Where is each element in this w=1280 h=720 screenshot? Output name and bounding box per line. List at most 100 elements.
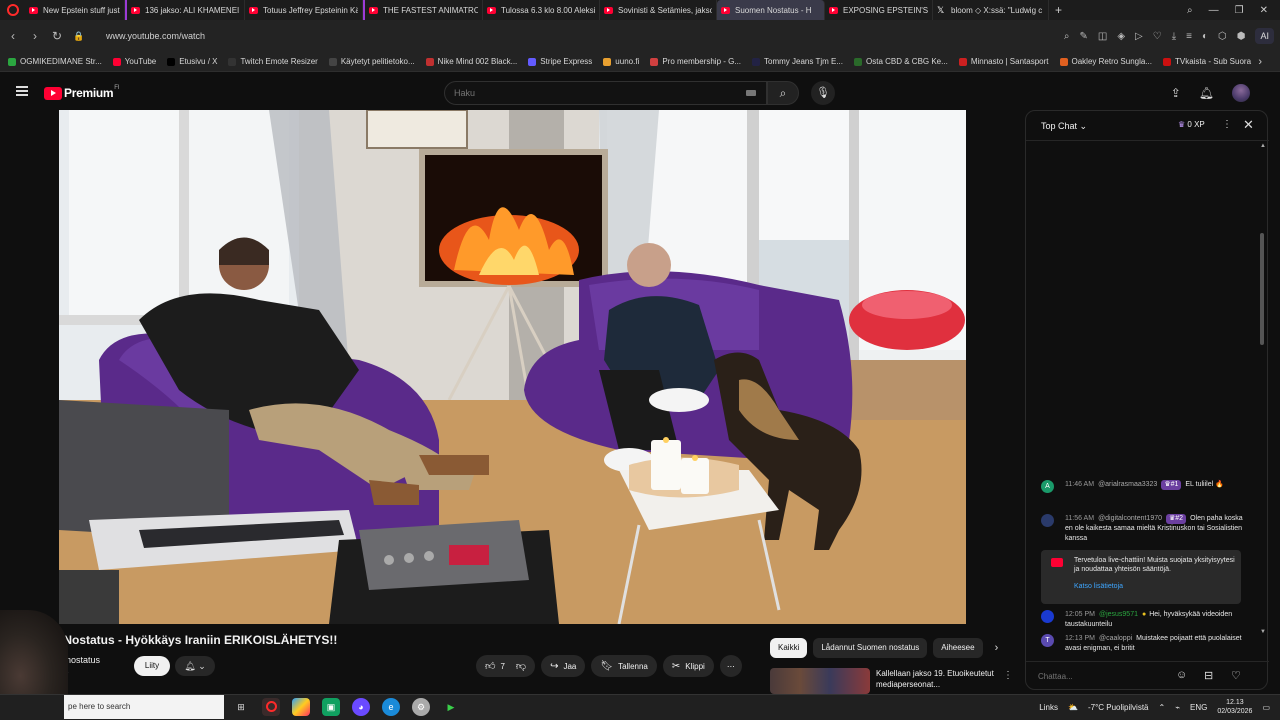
more-vertical-icon[interactable]: ⋮ — [1222, 119, 1232, 130]
lock-icon[interactable]: 🔒 — [68, 31, 90, 42]
bookmark-item[interactable]: Käytetyt pelitietoko... — [328, 57, 415, 66]
taskbar-search-input[interactable]: pe here to search — [64, 695, 224, 719]
share-button[interactable]: ↪ Jaa — [541, 655, 586, 677]
upload-icon[interactable]: ⇪ — [1171, 86, 1181, 100]
bookmark-item[interactable]: Tommy Jeans Tjm E... — [752, 57, 843, 66]
hamburger-menu-icon[interactable] — [16, 86, 28, 96]
search-input[interactable] — [445, 82, 725, 104]
url-field[interactable]: www.youtube.com/watch — [106, 31, 205, 41]
bookmark-item[interactable]: YouTube — [112, 57, 156, 66]
chat-scrollbar[interactable]: ▲ ▼ — [1260, 143, 1266, 651]
chat-author[interactable]: @arialrasmaa3323 — [1098, 481, 1157, 488]
emoji-icon[interactable]: ☺ — [1176, 669, 1187, 681]
download-icon[interactable]: ⤓ — [1172, 31, 1176, 42]
browser-tab[interactable]: Totuus Jeffrey Epsteinin Kä — [245, 0, 363, 20]
avatar[interactable] — [1232, 84, 1250, 102]
bookmark-item[interactable]: Osta CBD & CBG Ke... — [854, 57, 948, 66]
chip-all[interactable]: Kaikki — [770, 638, 808, 658]
browser-tab[interactable]: Sovinisti & Setämies, jakso — [600, 0, 717, 20]
menu-icon[interactable]: ≡ — [1186, 31, 1192, 42]
heart-icon[interactable]: ♡ — [1153, 31, 1162, 42]
search-tabs-icon[interactable]: ⌕ — [1187, 5, 1193, 16]
discord-app-icon[interactable]: ◕ — [352, 698, 370, 716]
recommended-video-title[interactable]: Kallellaan jakso 19. Etuoikeutetut media… — [876, 668, 1001, 690]
scroll-thumb[interactable] — [1260, 233, 1264, 345]
top-chat-dropdown[interactable]: Top Chat ⌄ — [1041, 121, 1087, 132]
search-icon[interactable]: ⌕ — [1064, 31, 1070, 42]
learn-more-link[interactable]: Katso lisätietoja — [1074, 583, 1123, 590]
heart-icon[interactable]: ♡ — [1231, 669, 1241, 682]
links-toolbar[interactable]: Links — [1039, 703, 1058, 712]
task-view-icon[interactable]: ⊞ — [232, 698, 250, 716]
chevron-up-icon[interactable]: ⌃ — [1159, 703, 1166, 712]
edit-icon[interactable]: ✎ — [1079, 31, 1087, 42]
edge-app-icon[interactable]: e — [382, 698, 400, 716]
recommended-video-thumbnail[interactable] — [770, 668, 870, 694]
browser-tab[interactable]: 𝕏bloom ◇ X:ssä: "Ludwig c — [933, 0, 1049, 20]
settings-app-icon[interactable]: ⚙ — [412, 698, 430, 716]
bookmark-item[interactable]: Minnasto | Santasport — [958, 57, 1049, 66]
chat-avatar[interactable]: T — [1041, 634, 1054, 647]
youtube-logo[interactable]: Premium FI — [44, 85, 120, 100]
bookmark-item[interactable]: uuno.fi — [603, 57, 639, 66]
search-button[interactable]: ⌕ — [767, 81, 799, 105]
save-button[interactable]: 🔖︎ Tallenna — [591, 655, 657, 677]
chip-related[interactable]: Aiheesee — [933, 638, 983, 658]
subscription-bell-button[interactable]: 🔔︎ ⌄ — [175, 656, 215, 676]
snapshot-icon[interactable]: ◫ — [1098, 31, 1107, 42]
chat-author[interactable]: @caaloppi — [1099, 635, 1132, 642]
bookmark-item[interactable]: OGMIKEDIMANE Str... — [8, 57, 102, 66]
forward-icon[interactable]: › — [24, 29, 46, 43]
browser-tab[interactable]: EXPOSING EPSTEIN'S ZOR — [825, 0, 933, 20]
browser-tab[interactable]: Tulossa 6.3 klo 8.00 Aleksi — [483, 0, 600, 20]
opera-app-icon[interactable] — [262, 698, 280, 716]
browser-tab[interactable]: 136 jakso: ALI KHAMENEI — [125, 0, 245, 20]
chat-author[interactable]: @digitalcontent1970 — [1098, 515, 1162, 522]
browser-tab-active[interactable]: Suomen Nostatus - H — [717, 0, 825, 20]
more-actions-button[interactable]: ⋯ — [719, 655, 742, 677]
keyboard-icon[interactable] — [746, 90, 756, 96]
scroll-down-icon[interactable]: ▼ — [1260, 629, 1266, 635]
back-icon[interactable]: ‹ — [2, 29, 24, 43]
network-icon[interactable]: ⌁ — [1175, 703, 1180, 712]
close-window-icon[interactable]: ✕ — [1260, 5, 1268, 16]
minimize-icon[interactable]: — — [1209, 5, 1219, 16]
new-tab-button[interactable]: + — [1055, 3, 1062, 17]
browser-tab[interactable]: New Epstein stuff just dro — [25, 0, 125, 20]
bell-icon[interactable]: 🔔︎ — [1199, 86, 1214, 100]
chat-author[interactable]: @jesus9571 — [1099, 611, 1138, 618]
more-vertical-icon[interactable]: ⋮ — [1003, 670, 1013, 681]
bookmark-item[interactable]: Nike Mind 002 Black... — [425, 57, 517, 66]
clock[interactable]: 12.13 02/03/2026 — [1217, 698, 1252, 716]
bookmark-item[interactable]: Oakley Retro Sungla... — [1059, 57, 1152, 66]
chat-input[interactable] — [1038, 668, 1168, 684]
language-indicator[interactable]: ENG — [1190, 703, 1207, 712]
clip-button[interactable]: ✂ Klippi — [662, 655, 714, 677]
video-player[interactable] — [59, 110, 966, 624]
join-button[interactable]: Liity — [134, 656, 170, 676]
profile-icon[interactable]: ◐ — [1202, 31, 1208, 42]
chat-avatar[interactable]: A — [1041, 480, 1054, 493]
app-icon[interactable]: ▣ — [322, 698, 340, 716]
notifications-icon[interactable]: ▭ — [1262, 703, 1270, 712]
voice-search-button[interactable]: 🎙 — [811, 81, 835, 105]
reload-icon[interactable]: ↻ — [46, 29, 68, 43]
chat-avatar[interactable] — [1041, 514, 1054, 527]
play-icon[interactable]: ▷ — [1135, 31, 1143, 42]
close-icon[interactable]: ✕ — [1243, 117, 1254, 133]
opera-browser-icon[interactable] — [7, 4, 19, 16]
bookmark-item[interactable]: Twitch Emote Resizer — [228, 57, 318, 66]
maximize-icon[interactable]: ❐ — [1235, 5, 1244, 16]
bookmark-item[interactable]: TVkaista - Sub Suora — [1162, 57, 1251, 66]
super-chat-icon[interactable]: ⊟ — [1204, 669, 1213, 682]
bookmark-item[interactable]: Stripe Express — [528, 57, 592, 66]
chip-channel[interactable]: Lådannut Suomen nostatus — [813, 638, 928, 658]
bookmarks-overflow-icon[interactable]: › — [1258, 56, 1262, 68]
paint-app-icon[interactable] — [292, 698, 310, 716]
cube-icon[interactable]: ⬢ — [1237, 31, 1246, 42]
chat-avatar[interactable] — [1041, 610, 1054, 623]
like-button[interactable]: 👍︎ 7 👎︎ — [476, 655, 536, 677]
chevron-right-icon[interactable]: › — [995, 642, 999, 654]
weather-label[interactable]: -7°C Puolipilvistä — [1088, 703, 1149, 712]
thumbs-down-icon[interactable]: 👎︎ — [516, 660, 526, 672]
